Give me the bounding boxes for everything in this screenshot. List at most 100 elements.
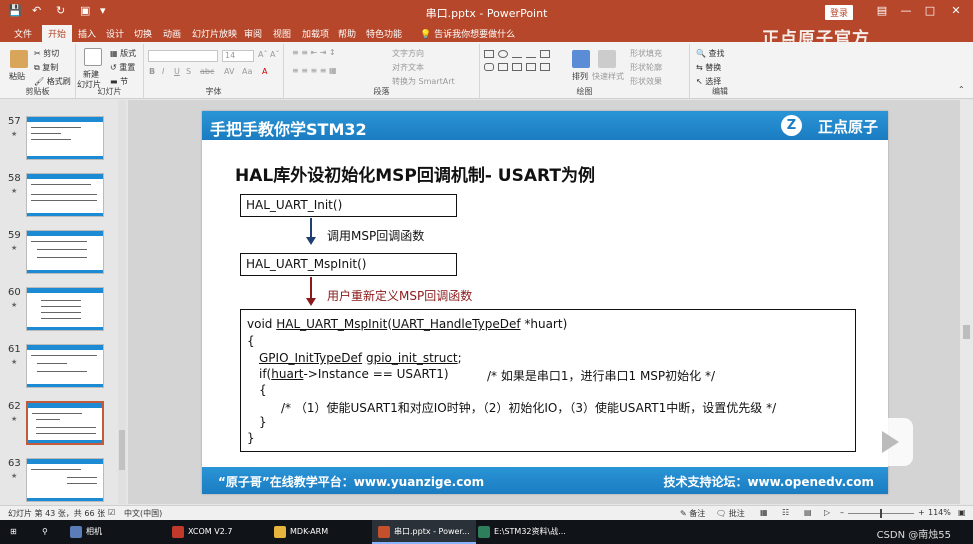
- thumb-star-icon: ★: [11, 301, 18, 309]
- quick-styles-icon[interactable]: [598, 50, 616, 68]
- tab-view[interactable]: 视图: [273, 27, 291, 40]
- start-icon[interactable]: ⊞: [10, 520, 17, 544]
- login-button[interactable]: 登录: [824, 5, 853, 20]
- arrange-icon[interactable]: [572, 50, 590, 68]
- thumb-star-icon: ★: [11, 244, 18, 252]
- spacing-icon[interactable]: AV: [224, 67, 234, 76]
- tab-home[interactable]: 开始: [42, 25, 73, 43]
- taskbar-app-mdk[interactable]: MDK-ARM: [274, 520, 328, 544]
- scrollbar-thumb[interactable]: [963, 325, 970, 339]
- shape-star-icon[interactable]: [526, 63, 536, 71]
- arrow-line: [310, 277, 312, 299]
- slide-thumbnail[interactable]: [26, 230, 104, 274]
- tab-slideshow[interactable]: 幻灯片放映: [192, 27, 237, 40]
- slide-thumbnail[interactable]: [26, 458, 104, 502]
- reset-button[interactable]: ↺ 重置: [110, 62, 135, 73]
- editor-scrollbar[interactable]: [960, 100, 973, 504]
- tab-review[interactable]: 审阅: [244, 27, 262, 40]
- tab-animations[interactable]: 动画: [163, 27, 181, 40]
- tab-insert[interactable]: 插入: [78, 27, 96, 40]
- zoom-out-icon[interactable]: –: [840, 508, 844, 517]
- quick-styles-button[interactable]: 快速样式: [592, 71, 624, 82]
- taskbar-app-powerpoint[interactable]: 串口.pptx - Power...: [372, 520, 476, 544]
- thumbnails-scrollbar[interactable]: [118, 100, 126, 504]
- shape-more-icon[interactable]: [540, 63, 550, 71]
- language-status[interactable]: 中文(中国): [124, 508, 162, 519]
- code-line: void HAL_UART_MspInit(UART_HandleTypeDef…: [247, 317, 568, 331]
- taskbar-app-explorer[interactable]: E:\STM32资料\战...: [478, 520, 566, 544]
- box-uart-mspinit: HAL_UART_MspInit(): [240, 253, 457, 276]
- paste-icon[interactable]: [10, 50, 28, 68]
- align-icon[interactable]: ≡ ≡ ≡ ≡ ▦: [292, 66, 337, 75]
- close-icon[interactable]: ✕: [946, 4, 966, 17]
- shape-square-icon[interactable]: [540, 50, 550, 58]
- zoom-slider-handle[interactable]: [880, 509, 882, 518]
- tab-help[interactable]: 帮助: [338, 27, 356, 40]
- text-direction-button[interactable]: 文字方向: [392, 48, 424, 59]
- video-play-button[interactable]: [865, 418, 913, 466]
- search-icon[interactable]: ⚲: [42, 520, 48, 544]
- ribbon-options-icon[interactable]: ▤: [872, 4, 892, 17]
- comments-button[interactable]: 🗨 批注: [716, 508, 745, 519]
- arrange-button[interactable]: 排列: [572, 71, 588, 82]
- slide-sorter-icon[interactable]: ☷: [782, 508, 789, 517]
- font-color-icon[interactable]: A: [262, 67, 267, 76]
- slide-thumbnail[interactable]: [26, 287, 104, 331]
- tab-file[interactable]: 文件: [14, 27, 32, 40]
- shape-brace-icon[interactable]: [512, 63, 522, 71]
- case-icon[interactable]: Aa: [242, 67, 252, 76]
- new-slide-icon[interactable]: [84, 48, 102, 66]
- slide-thumbnail[interactable]: [26, 344, 104, 388]
- slideshow-view-icon[interactable]: ▷: [824, 508, 830, 517]
- align-text-button[interactable]: 对齐文本: [392, 62, 424, 73]
- shape-fill-button[interactable]: 形状填充: [630, 48, 662, 59]
- collapse-ribbon-icon[interactable]: ⌃: [958, 85, 965, 94]
- shadow-icon[interactable]: S: [186, 67, 191, 76]
- bold-icon[interactable]: B: [149, 67, 155, 76]
- copy-button[interactable]: ⧉ 复制: [34, 62, 58, 73]
- shape-arrow-icon[interactable]: [526, 50, 536, 58]
- italic-icon[interactable]: I: [162, 67, 164, 76]
- slide-thumbnail-selected[interactable]: [26, 401, 104, 445]
- tell-me-search[interactable]: 💡 告诉我你想要做什么: [420, 27, 515, 40]
- ribbon: 粘贴 ✂ 剪切 ⧉ 复制 🖌 格式刷 剪贴板 新建 幻灯片 ▦ 版式 ↺ 重置 …: [0, 42, 973, 99]
- slide-thumbnail[interactable]: [26, 116, 104, 160]
- title-bar: 💾 ↶ ↻ ▣ ▾ 串口.pptx - PowerPoint 登录 ▤ — □ …: [0, 0, 973, 24]
- tab-transitions[interactable]: 切换: [134, 27, 152, 40]
- font-name-combo[interactable]: [148, 50, 218, 62]
- strikethrough-icon[interactable]: abc: [200, 67, 214, 76]
- shape-rounded-icon[interactable]: [484, 63, 494, 71]
- replace-button[interactable]: ⇆ 替换: [696, 62, 721, 73]
- bullets-icon[interactable]: ≡ ≡ ⇤ ⇥ ↕: [292, 48, 336, 57]
- normal-view-icon[interactable]: ▦: [760, 508, 768, 517]
- reading-view-icon[interactable]: ▤: [804, 508, 812, 517]
- shape-oval-icon[interactable]: [498, 50, 508, 58]
- cut-button[interactable]: ✂ 剪切: [34, 48, 59, 59]
- spell-check-icon[interactable]: ☑: [108, 508, 115, 517]
- shape-line-icon[interactable]: [512, 50, 522, 58]
- tab-features[interactable]: 特色功能: [366, 27, 402, 40]
- current-slide[interactable]: 手把手教你学STM32 Z 正点原子 HAL库外设初始化MSP回调机制- USA…: [202, 111, 888, 494]
- slide-thumbnail[interactable]: [26, 173, 104, 217]
- underline-icon[interactable]: U: [174, 67, 180, 76]
- scrollbar-thumb[interactable]: [119, 430, 125, 470]
- minimize-icon[interactable]: —: [896, 4, 916, 17]
- paste-button[interactable]: 粘贴: [9, 71, 25, 82]
- notes-button[interactable]: ✎ 备注: [680, 508, 705, 519]
- zoom-in-icon[interactable]: +: [918, 508, 925, 517]
- tab-design[interactable]: 设计: [106, 27, 124, 40]
- fit-slide-icon[interactable]: ▣: [958, 508, 966, 517]
- shape-triangle-icon[interactable]: [498, 63, 508, 71]
- shape-rectangle-icon[interactable]: [484, 50, 494, 58]
- find-button[interactable]: 🔍 查找: [696, 48, 725, 59]
- taskbar-app-xcom[interactable]: XCOM V2.7: [172, 520, 232, 544]
- layout-button[interactable]: ▦ 版式: [110, 48, 136, 59]
- taskbar-app-camera[interactable]: 相机: [70, 520, 102, 544]
- folder-icon: [274, 525, 286, 538]
- zoom-level[interactable]: 114%: [928, 508, 951, 517]
- maximize-icon[interactable]: □: [920, 4, 940, 17]
- font-size-combo[interactable]: 14: [222, 50, 254, 62]
- grow-font-icon[interactable]: Aˆ Aˇ: [258, 50, 280, 59]
- shape-outline-button[interactable]: 形状轮廓: [630, 62, 662, 73]
- tab-addins[interactable]: 加载项: [302, 27, 329, 40]
